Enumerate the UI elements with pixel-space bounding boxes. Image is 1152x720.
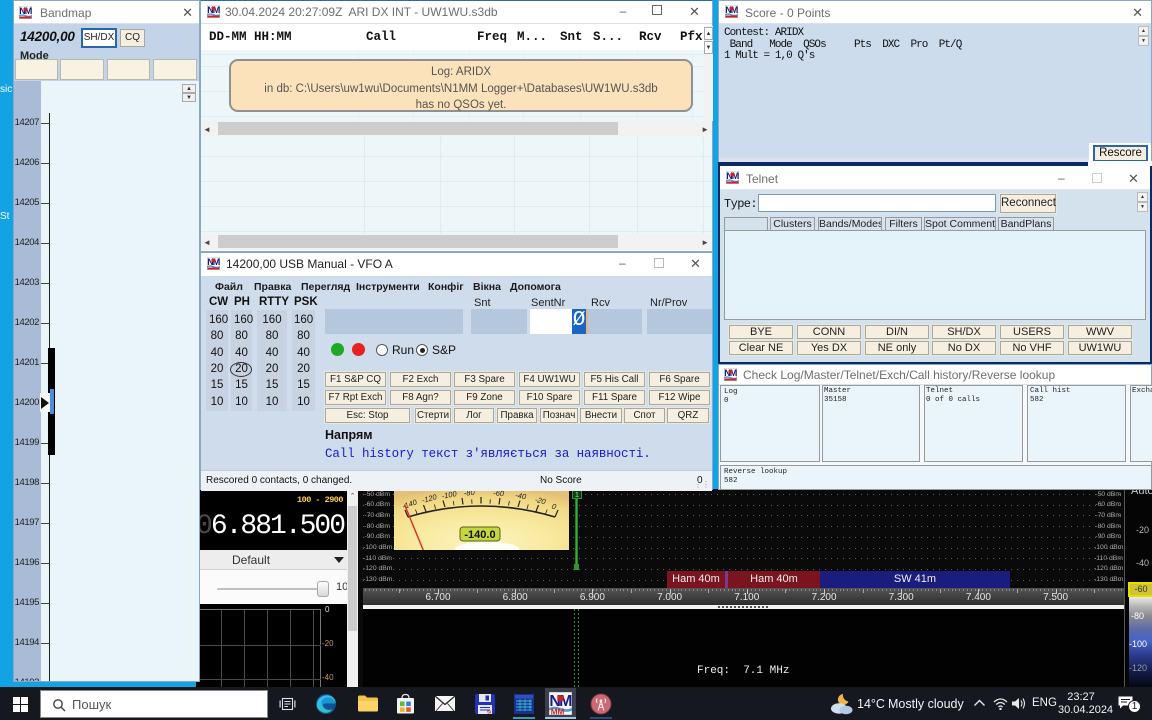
svg-text:MM: MM [551, 707, 565, 715]
svg-text:-140.0: -140.0 [464, 529, 495, 541]
svg-text:-80: -80 [463, 491, 475, 498]
svg-text:-60: -60 [493, 491, 505, 498]
svg-text:SІ: SІ [487, 710, 491, 715]
